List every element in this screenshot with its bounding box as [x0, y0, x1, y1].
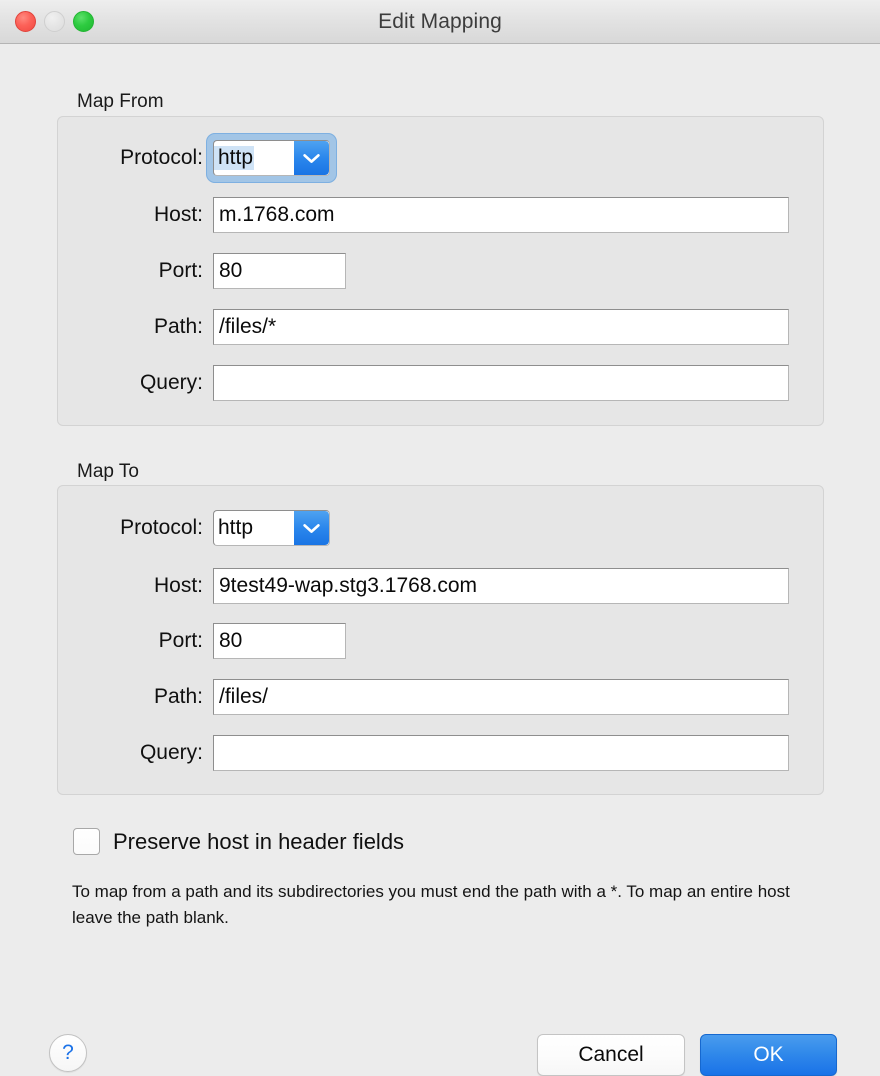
- map-to-protocol-label: Protocol:: [120, 516, 203, 539]
- map-to-query-input[interactable]: [213, 735, 789, 771]
- map-from-protocol-dropdown[interactable]: http: [213, 140, 330, 176]
- map-from-host-label: Host:: [153, 203, 203, 226]
- map-to-path-row: Path: /files/: [57, 678, 789, 716]
- preserve-host-checkbox[interactable]: [73, 828, 100, 855]
- map-to-host-input[interactable]: 9test49-wap.stg3.1768.com: [213, 568, 789, 604]
- chevron-down-icon[interactable]: [294, 141, 329, 175]
- preserve-host-checkbox-row[interactable]: Preserve host in header fields: [73, 828, 404, 855]
- map-to-query-row: Query:: [57, 734, 789, 772]
- preserve-host-label: Preserve host in header fields: [113, 828, 405, 854]
- window-titlebar: Edit Mapping: [0, 0, 880, 44]
- map-from-port-label: Port:: [158, 259, 203, 282]
- map-from-protocol-row: Protocol: http: [57, 133, 337, 183]
- traffic-lights: [15, 11, 94, 32]
- chevron-down-icon[interactable]: [294, 511, 329, 545]
- map-from-path-input[interactable]: /files/*: [213, 309, 789, 345]
- map-from-path-row: Path: /files/*: [57, 308, 789, 346]
- map-from-port-row: Port: 80: [57, 252, 346, 290]
- map-to-group-title: Map To: [77, 461, 139, 482]
- map-from-group-title: Map From: [77, 91, 164, 112]
- dialog-content: Map From Protocol: http Host: m.1768.com: [0, 44, 880, 1076]
- map-to-path-label: Path:: [153, 685, 203, 708]
- map-from-path-label: Path:: [153, 315, 203, 338]
- map-from-host-row: Host: m.1768.com: [57, 196, 789, 234]
- zoom-button-icon[interactable]: [73, 11, 94, 32]
- map-from-protocol-focus-ring: http: [206, 133, 337, 183]
- map-to-host-label: Host:: [153, 574, 203, 597]
- map-from-query-row: Query:: [57, 364, 789, 402]
- map-from-protocol-label: Protocol:: [120, 146, 203, 169]
- cancel-button[interactable]: Cancel: [537, 1034, 685, 1076]
- map-to-protocol-dropdown[interactable]: http: [213, 510, 330, 546]
- map-to-host-row: Host: 9test49-wap.stg3.1768.com: [57, 567, 789, 605]
- map-to-protocol-wrap: http: [213, 510, 330, 546]
- help-description-text: To map from a path and its subdirectorie…: [72, 882, 790, 927]
- window-title: Edit Mapping: [378, 9, 502, 33]
- map-from-query-input[interactable]: [213, 365, 789, 401]
- map-from-port-input[interactable]: 80: [213, 253, 346, 289]
- map-to-query-label: Query:: [139, 741, 203, 764]
- map-to-protocol-row: Protocol: http: [57, 509, 330, 547]
- map-to-port-input[interactable]: 80: [213, 623, 346, 659]
- map-to-path-input[interactable]: /files/: [213, 679, 789, 715]
- minimize-button-icon[interactable]: [44, 11, 65, 32]
- map-to-port-row: Port: 80: [57, 622, 346, 660]
- close-button-icon[interactable]: [15, 11, 36, 32]
- ok-button[interactable]: OK: [700, 1034, 837, 1076]
- edit-mapping-window: Edit Mapping Map From Protocol: http Hos…: [0, 0, 880, 1076]
- map-from-host-input[interactable]: m.1768.com: [213, 197, 789, 233]
- help-button[interactable]: ?: [49, 1034, 87, 1072]
- map-from-query-label: Query:: [139, 371, 203, 394]
- map-to-port-label: Port:: [158, 629, 203, 652]
- map-from-protocol-value: http: [214, 146, 255, 170]
